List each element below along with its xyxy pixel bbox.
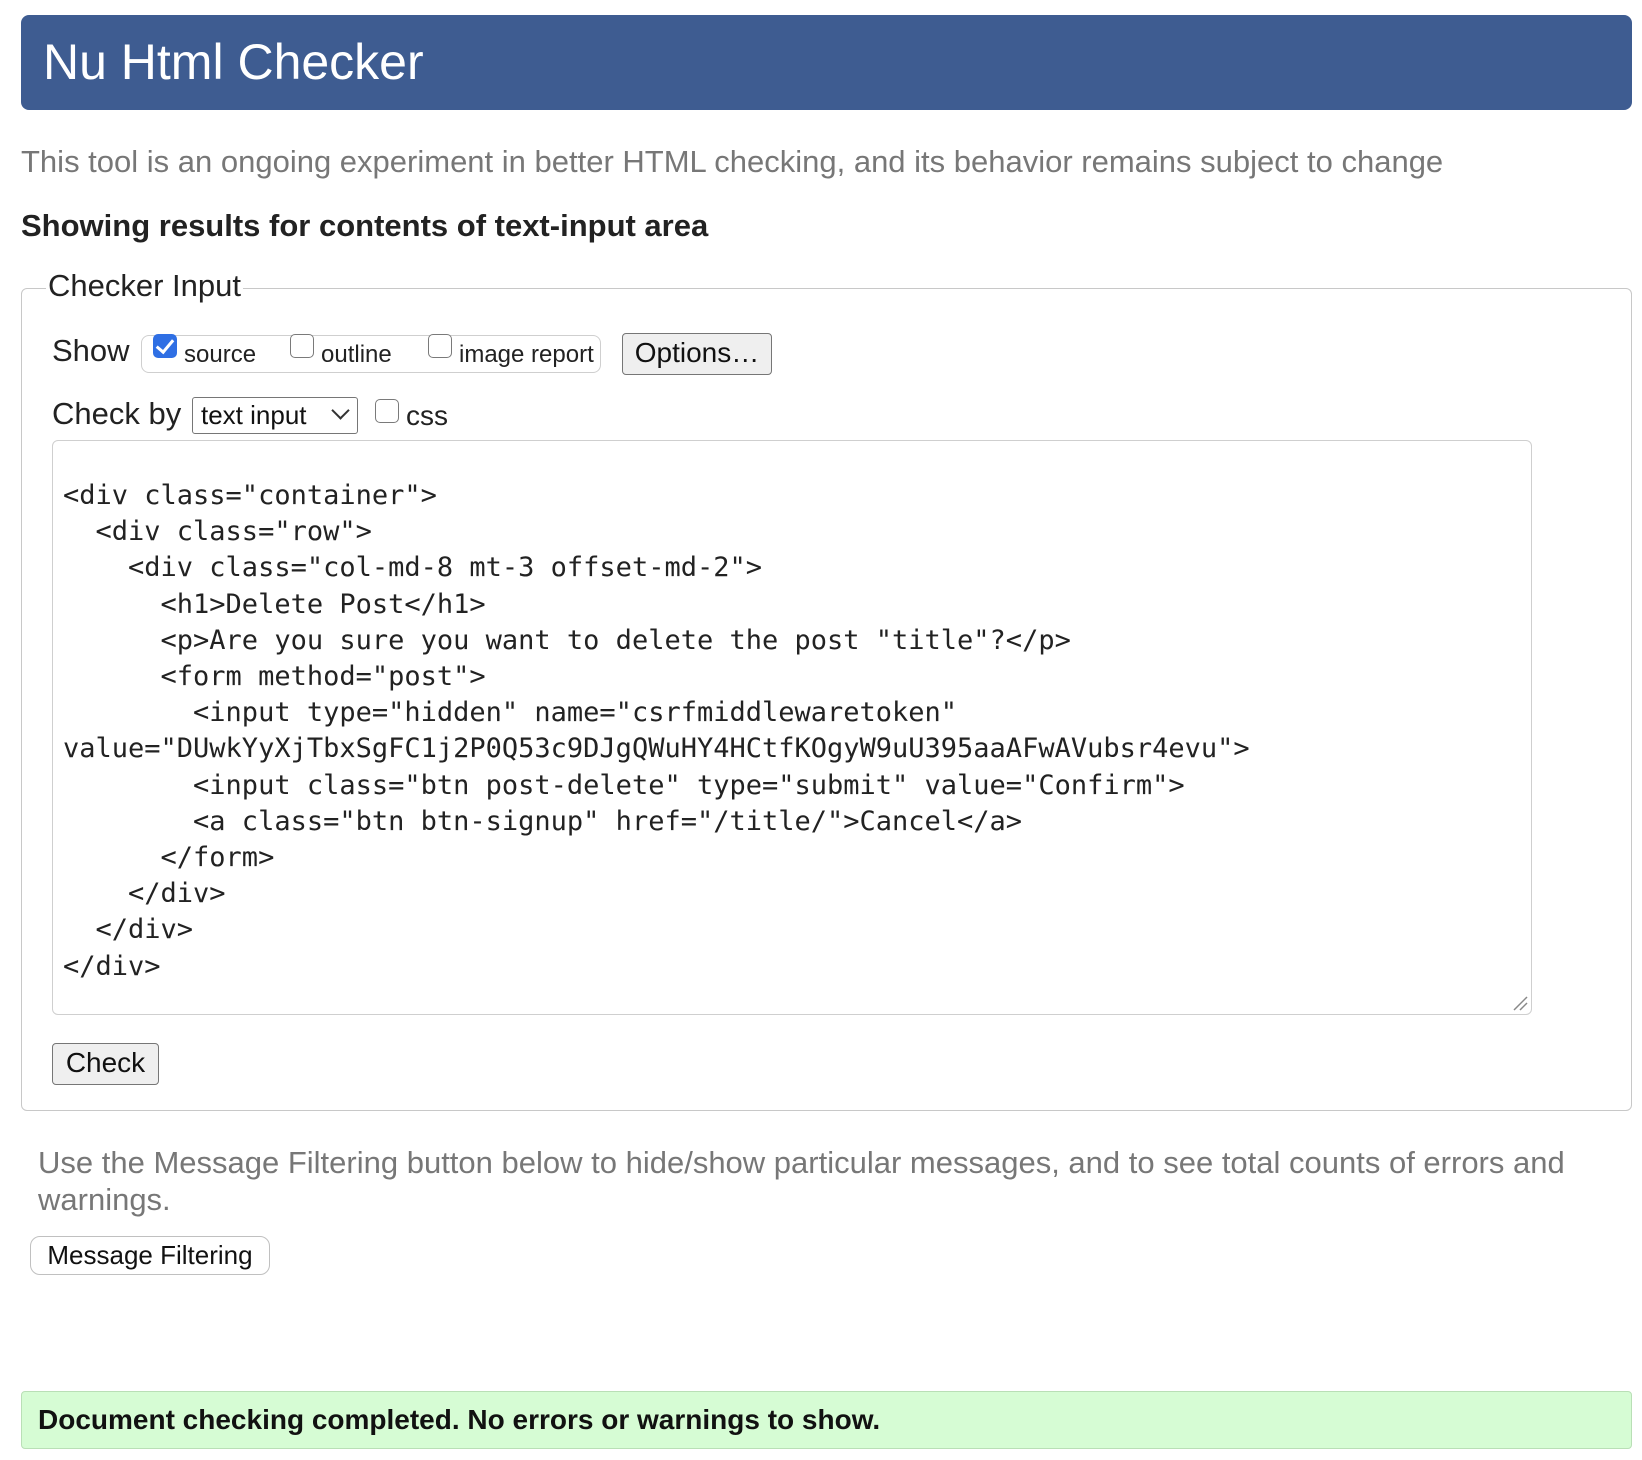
- status-message: Document checking completed. No errors o…: [21, 1391, 1632, 1449]
- outline-checkbox[interactable]: [290, 334, 314, 358]
- check-button[interactable]: Check: [52, 1043, 159, 1085]
- outline-checkbox-label[interactable]: outline: [321, 341, 392, 369]
- image-report-checkbox[interactable]: [428, 334, 452, 358]
- image-report-checkbox-label[interactable]: image report: [459, 341, 594, 369]
- filter-note: Use the Message Filtering button below t…: [38, 1145, 1565, 1217]
- source-checkbox[interactable]: [153, 334, 177, 358]
- message-filtering-button[interactable]: Message Filtering: [30, 1236, 270, 1275]
- css-checkbox-label[interactable]: css: [406, 400, 448, 432]
- page-title: Nu Html Checker: [43, 34, 424, 90]
- show-options-group: source outline image report: [141, 334, 601, 373]
- source-code-text[interactable]: <div class="container"> <div class="row"…: [63, 478, 1250, 985]
- check-by-select[interactable]: text input: [192, 397, 358, 434]
- source-checkbox-label[interactable]: source: [184, 341, 256, 369]
- show-label: Show: [52, 333, 130, 368]
- tagline: This tool is an ongoing experiment in be…: [21, 144, 1444, 179]
- options-button[interactable]: Options…: [622, 333, 772, 375]
- css-checkbox[interactable]: [375, 399, 399, 423]
- chevron-down-icon: [331, 401, 350, 420]
- check-by-selected-value: text input: [201, 400, 307, 430]
- check-by-label: Check by: [52, 396, 182, 431]
- results-heading: Showing results for contents of text-inp…: [21, 208, 709, 243]
- app-header: Nu Html Checker: [21, 15, 1632, 110]
- checker-input-legend: Checker Input: [46, 268, 243, 304]
- resize-grip-icon[interactable]: [1512, 995, 1528, 1011]
